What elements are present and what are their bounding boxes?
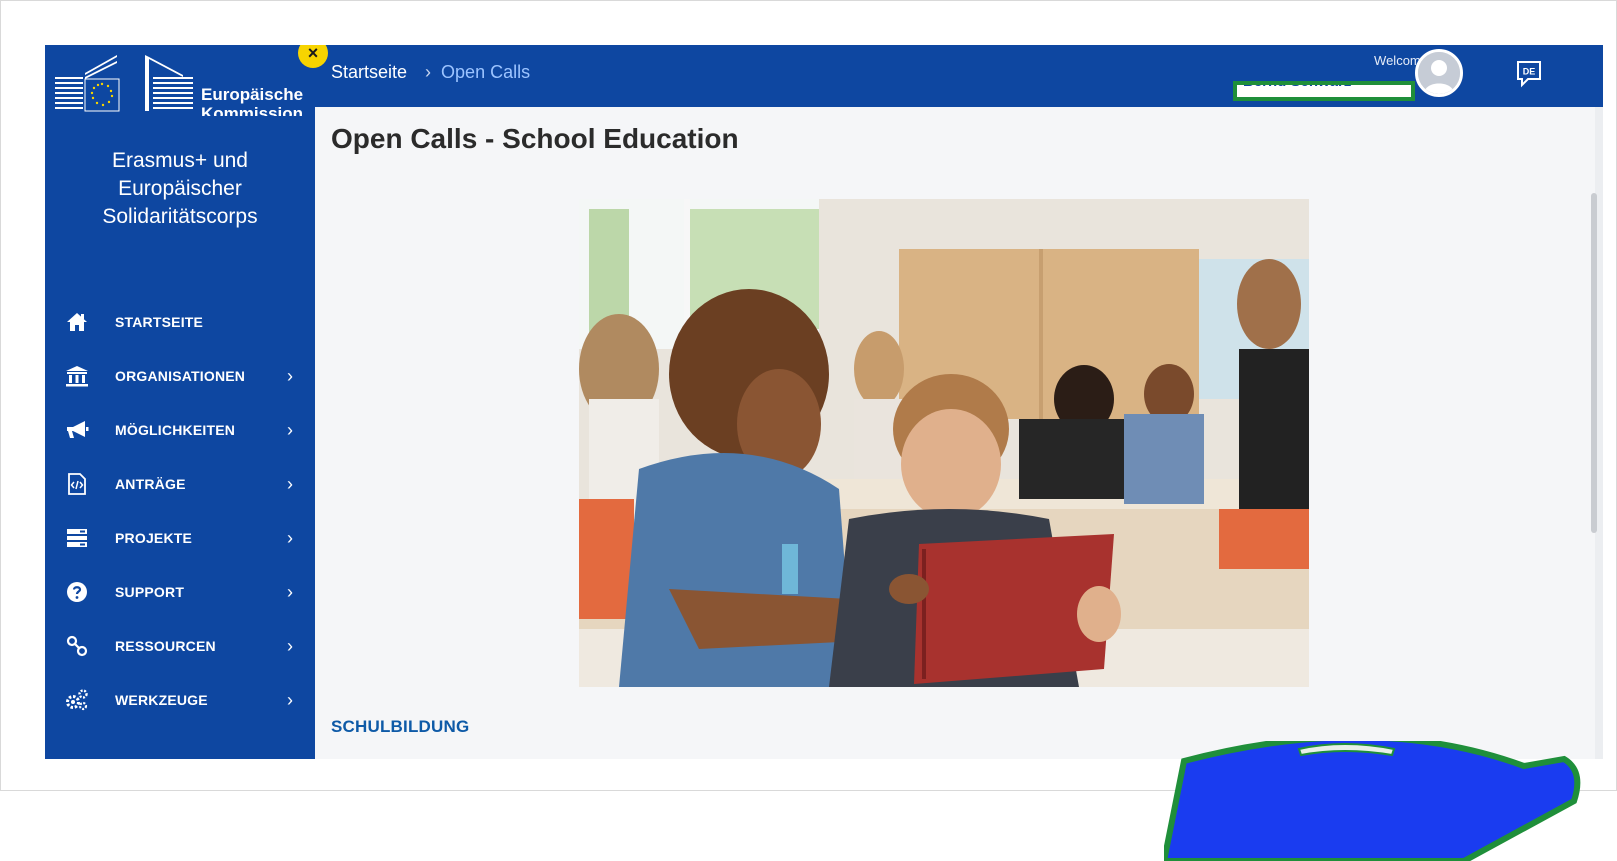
- link-icon: [65, 634, 89, 658]
- browser-frame: Europäische Kommission × Erasmus+ und Eu…: [0, 0, 1617, 861]
- decorative-blob: [1164, 741, 1581, 861]
- sidebar-item-startseite[interactable]: STARTSEITE: [45, 295, 315, 349]
- logo-text-line1: Europäische: [201, 85, 304, 104]
- sidebar-item-moeglichkeiten[interactable]: MÖGLICHKEITEN ›: [45, 403, 315, 457]
- breadcrumb: Startseite › Open Calls: [331, 62, 530, 83]
- eu-commission-logo[interactable]: Europäische Kommission: [53, 53, 309, 116]
- top-bar: Startseite › Open Calls Welcome Bernd Sc…: [315, 45, 1603, 107]
- app-window: Europäische Kommission × Erasmus+ und Eu…: [45, 45, 1603, 759]
- home-icon: [65, 310, 89, 334]
- bank-icon: [65, 364, 89, 388]
- sidebar-item-werkzeuge[interactable]: WERKZEUGE ›: [45, 673, 315, 727]
- sidebar-item-support[interactable]: SUPPORT ›: [45, 565, 315, 619]
- sidebar-item-label: WERKZEUGE: [115, 692, 208, 708]
- breadcrumb-separator: ›: [425, 62, 432, 82]
- speech-bubble-icon: DE: [1517, 61, 1541, 88]
- hero-image-children-tablet: [579, 199, 1309, 687]
- sidebar-item-label: PROJEKTE: [115, 530, 193, 546]
- sidebar-item-label: SUPPORT: [115, 584, 185, 600]
- breadcrumb-home-link[interactable]: Startseite: [331, 62, 407, 83]
- language-code: DE: [1523, 67, 1536, 77]
- avatar[interactable]: [1415, 49, 1463, 97]
- chevron-right-icon: ›: [287, 527, 293, 548]
- chevron-right-icon: ›: [287, 581, 293, 602]
- gears-icon: [65, 688, 89, 712]
- sidebar-item-ressourcen[interactable]: RESSOURCEN ›: [45, 619, 315, 673]
- chevron-right-icon: ›: [287, 419, 293, 440]
- question-icon: [65, 580, 89, 604]
- sidebar-nav: STARTSEITE ORGANISATIONEN › MÖGLICHKEITE…: [45, 295, 315, 727]
- eu-flag-icon: [55, 55, 193, 112]
- section-label: SCHULBILDUNG: [331, 717, 470, 736]
- main-content: Open Calls - School Education SCHULBILDU…: [315, 107, 1603, 759]
- sidebar-item-label: RESSOURCEN: [115, 638, 216, 654]
- server-icon: [65, 526, 89, 550]
- user-avatar-icon: [1418, 52, 1460, 94]
- sidebar-item-label: MÖGLICHKEITEN: [115, 422, 236, 438]
- megaphone-icon: [65, 418, 89, 442]
- sidebar-item-antraege[interactable]: ANTRÄGE ›: [45, 457, 315, 511]
- page-title: Open Calls - School Education: [331, 123, 739, 154]
- sidebar-item-organisationen[interactable]: ORGANISATIONEN ›: [45, 349, 315, 403]
- scrollbar-thumb[interactable]: [1591, 193, 1597, 533]
- sidebar: Europäische Kommission × Erasmus+ und Eu…: [45, 45, 328, 759]
- username-highlight[interactable]: Bernd Schwarz: [1233, 81, 1415, 101]
- document-code-icon: [65, 472, 89, 496]
- sidebar-item-label: ANTRÄGE: [115, 476, 186, 492]
- logo-text-line2: Kommission: [201, 104, 304, 116]
- program-title: Erasmus+ und Europäischer Solidaritätsco…: [102, 149, 258, 228]
- username: Bernd Schwarz: [1243, 81, 1352, 90]
- breadcrumb-current: Open Calls: [441, 62, 531, 82]
- sidebar-item-projekte[interactable]: PROJEKTE ›: [45, 511, 315, 565]
- sidebar-item-label: STARTSEITE: [115, 314, 204, 330]
- chevron-right-icon: ›: [287, 635, 293, 656]
- chevron-right-icon: ›: [287, 365, 293, 386]
- sidebar-item-label: ORGANISATIONEN: [115, 368, 246, 384]
- classroom-photo: [579, 199, 1309, 687]
- chevron-right-icon: ›: [287, 473, 293, 494]
- chevron-right-icon: ›: [287, 689, 293, 710]
- language-switcher[interactable]: DE: [1514, 58, 1544, 88]
